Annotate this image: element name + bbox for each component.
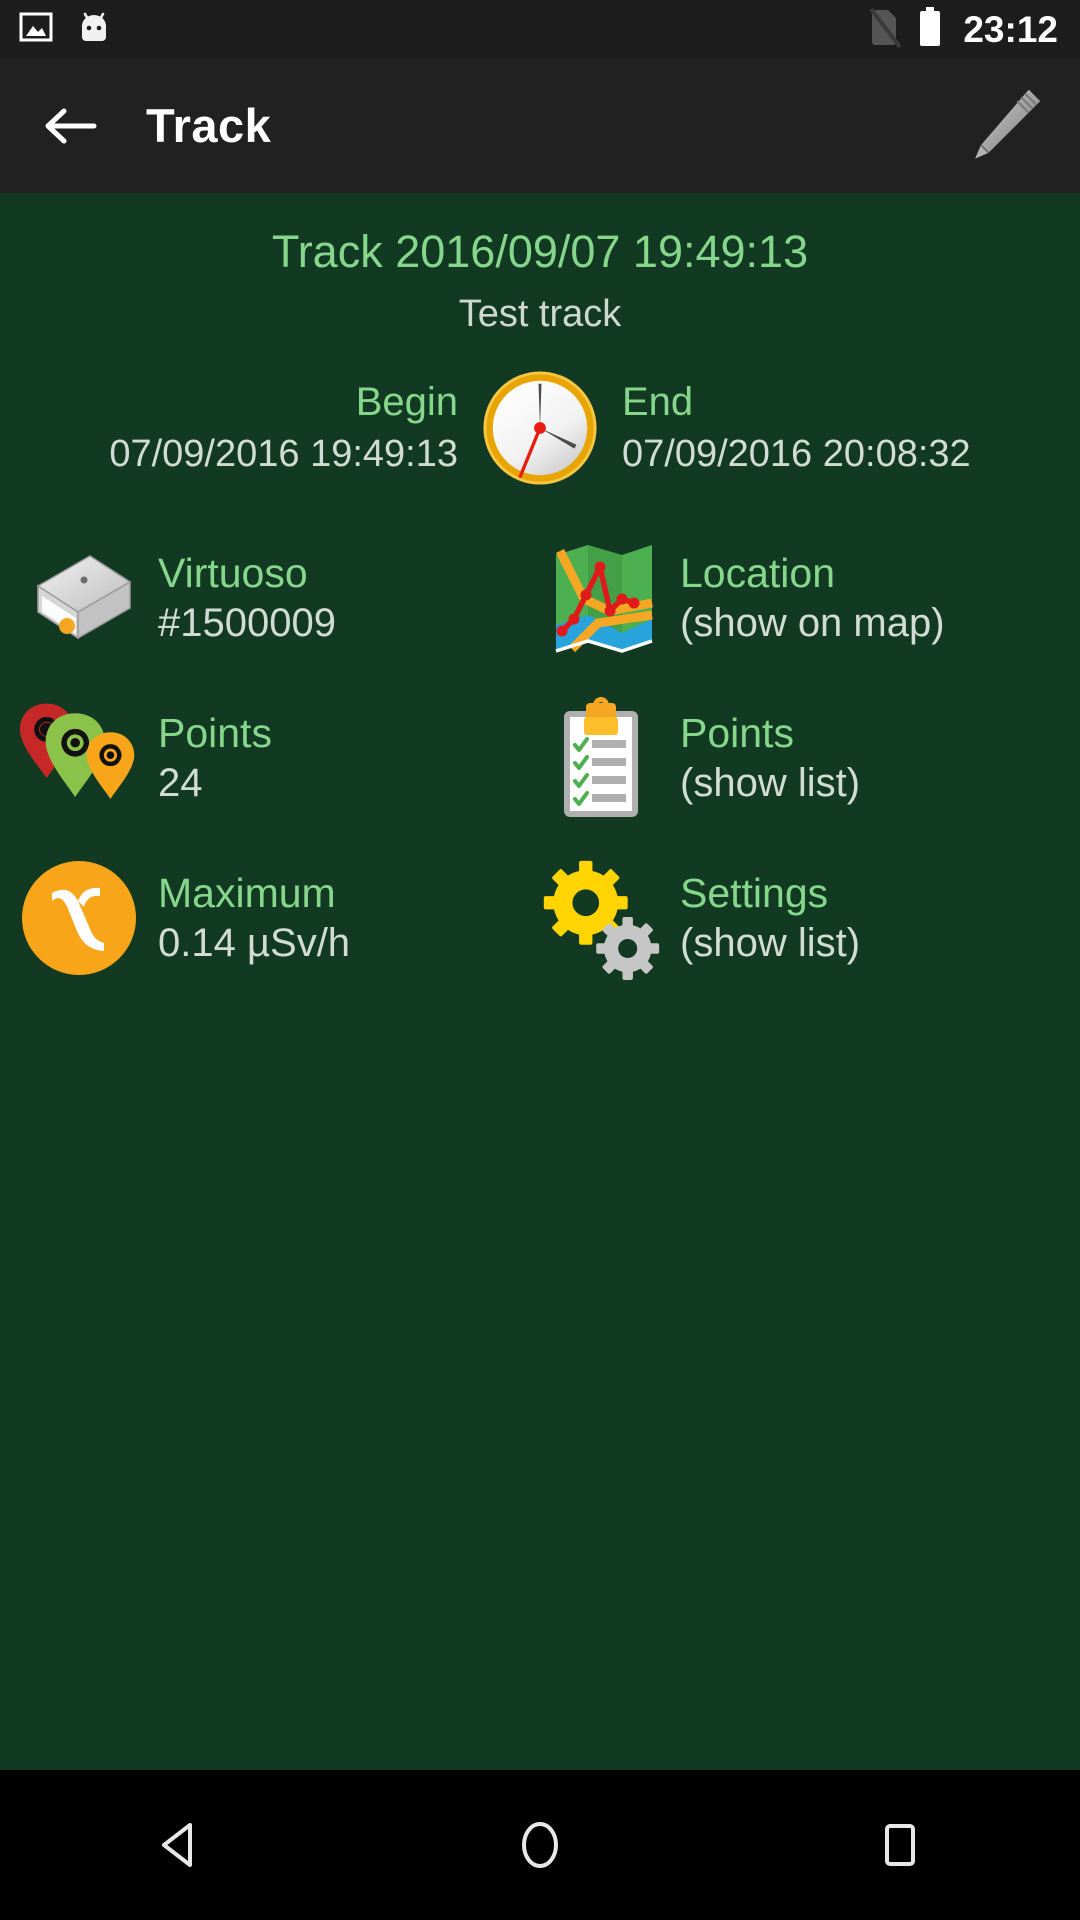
- android-mascot-icon: [76, 8, 112, 51]
- maximum-value: 0.14 µSv/h: [158, 921, 351, 965]
- info-cell-location[interactable]: Location (show on map): [540, 529, 1080, 667]
- nav-recents-square-icon[interactable]: [825, 1770, 975, 1920]
- info-grid: Virtuoso #1500009 Location (show on map)…: [0, 529, 1080, 987]
- gears-icon: [540, 857, 662, 980]
- settings-text: Settings (show list): [662, 868, 860, 968]
- info-cell-maximum[interactable]: Maximum 0.14 µSv/h: [0, 849, 540, 987]
- nav-home-circle-icon[interactable]: [465, 1770, 615, 1920]
- device-label: Virtuoso: [158, 550, 308, 596]
- location-text: Location (show on map): [662, 548, 945, 648]
- no-sim-icon: [869, 6, 902, 53]
- info-cell-points-count[interactable]: Points 24: [0, 689, 540, 827]
- info-cell-settings[interactable]: Settings (show list): [540, 849, 1080, 987]
- status-bar-right-icons: 23:12: [869, 6, 1058, 53]
- track-end: End 07/09/2016 20:08:32: [600, 376, 1015, 480]
- screenshot-icon: [18, 9, 54, 50]
- track-period: Begin 07/09/2016 19:49:13 End 07/09/2016…: [0, 367, 1080, 489]
- page-title: Track: [146, 99, 272, 152]
- maximum-label: Maximum: [158, 870, 336, 916]
- points-count-value: 24: [158, 761, 203, 805]
- end-label: End: [622, 380, 694, 424]
- android-navigation-bar: [0, 1770, 1080, 1920]
- device-box-icon: [18, 537, 140, 659]
- end-value: 07/09/2016 20:08:32: [622, 433, 971, 475]
- maximum-text: Maximum 0.14 µSv/h: [140, 868, 350, 968]
- settings-value: (show list): [680, 921, 861, 965]
- location-label: Location: [680, 550, 836, 596]
- status-bar: 23:12: [0, 0, 1080, 58]
- back-button[interactable]: [42, 98, 98, 154]
- phone-screen: 23:12 Track Track 2016/09/07 19:49:13 Te…: [0, 0, 1080, 1920]
- device-text: Virtuoso #1500009: [140, 548, 336, 648]
- folded-map-icon: [540, 537, 662, 659]
- points-list-label: Points: [680, 710, 794, 756]
- device-value: #1500009: [158, 601, 336, 645]
- info-cell-device[interactable]: Virtuoso #1500009: [0, 529, 540, 667]
- battery-icon: [917, 6, 943, 53]
- nav-back-triangle-icon[interactable]: [105, 1770, 255, 1920]
- clipboard-checklist-icon: [540, 697, 662, 819]
- points-count-label: Points: [158, 710, 272, 756]
- begin-value: 07/09/2016 19:49:13: [109, 433, 458, 475]
- gamma-radiation-icon: [18, 857, 140, 979]
- settings-label: Settings: [680, 870, 829, 916]
- begin-label: Begin: [355, 380, 458, 424]
- points-list-text: Points (show list): [662, 708, 860, 808]
- clock-icon: [480, 367, 600, 489]
- track-subtitle: Test track: [458, 293, 622, 335]
- radiation-pins-icon: [18, 697, 140, 819]
- status-bar-clock: 23:12: [963, 8, 1058, 50]
- track-title: Track 2016/09/07 19:49:13: [271, 226, 809, 277]
- track-details-content: Track 2016/09/07 19:49:13 Test track Beg…: [0, 193, 1080, 1770]
- points-list-value: (show list): [680, 761, 861, 805]
- points-count-text: Points 24: [140, 708, 272, 808]
- location-value: (show on map): [680, 601, 945, 645]
- edit-button[interactable]: [958, 82, 1046, 170]
- status-bar-left-icons: [18, 8, 112, 51]
- track-begin: Begin 07/09/2016 19:49:13: [65, 376, 480, 480]
- app-toolbar: Track: [0, 58, 1080, 193]
- info-cell-points-list[interactable]: Points (show list): [540, 689, 1080, 827]
